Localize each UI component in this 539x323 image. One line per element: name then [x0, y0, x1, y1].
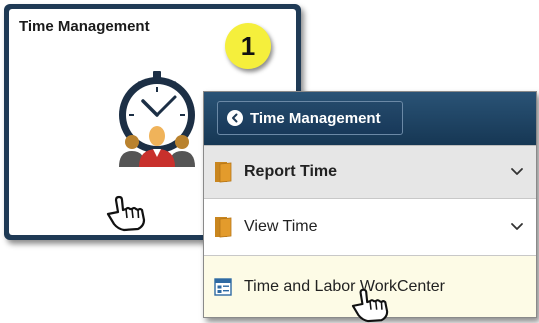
pointing-hand-cursor-icon	[106, 195, 146, 232]
chevron-left-circle-icon	[227, 110, 243, 126]
menu-item-report-time[interactable]: Report Time	[204, 145, 536, 199]
back-button[interactable]: Time Management	[217, 101, 403, 135]
screenshot-stage: Time Management 1 Time Management Report…	[0, 0, 539, 323]
navigation-menu: Time Management Report Time View Time Ti…	[203, 91, 537, 318]
tile-title: Time Management	[19, 18, 150, 35]
step-number-badge: 1	[225, 23, 271, 69]
chevron-down-icon[interactable]	[510, 221, 524, 233]
menu-item-label: View Time	[244, 218, 318, 235]
back-button-label: Time Management	[250, 109, 381, 127]
chevron-down-icon[interactable]	[510, 166, 524, 178]
folder-icon	[215, 217, 232, 238]
menu-item-view-time[interactable]: View Time	[204, 199, 536, 256]
menu-item-label: Time and Labor WorkCenter	[244, 277, 445, 295]
menu-header: Time Management	[204, 92, 536, 145]
folder-icon	[215, 162, 232, 183]
clock-with-people-icon	[119, 71, 195, 167]
workcenter-icon	[214, 277, 232, 296]
menu-item-label: Report Time	[244, 163, 338, 180]
pointing-hand-cursor-icon	[351, 288, 389, 323]
